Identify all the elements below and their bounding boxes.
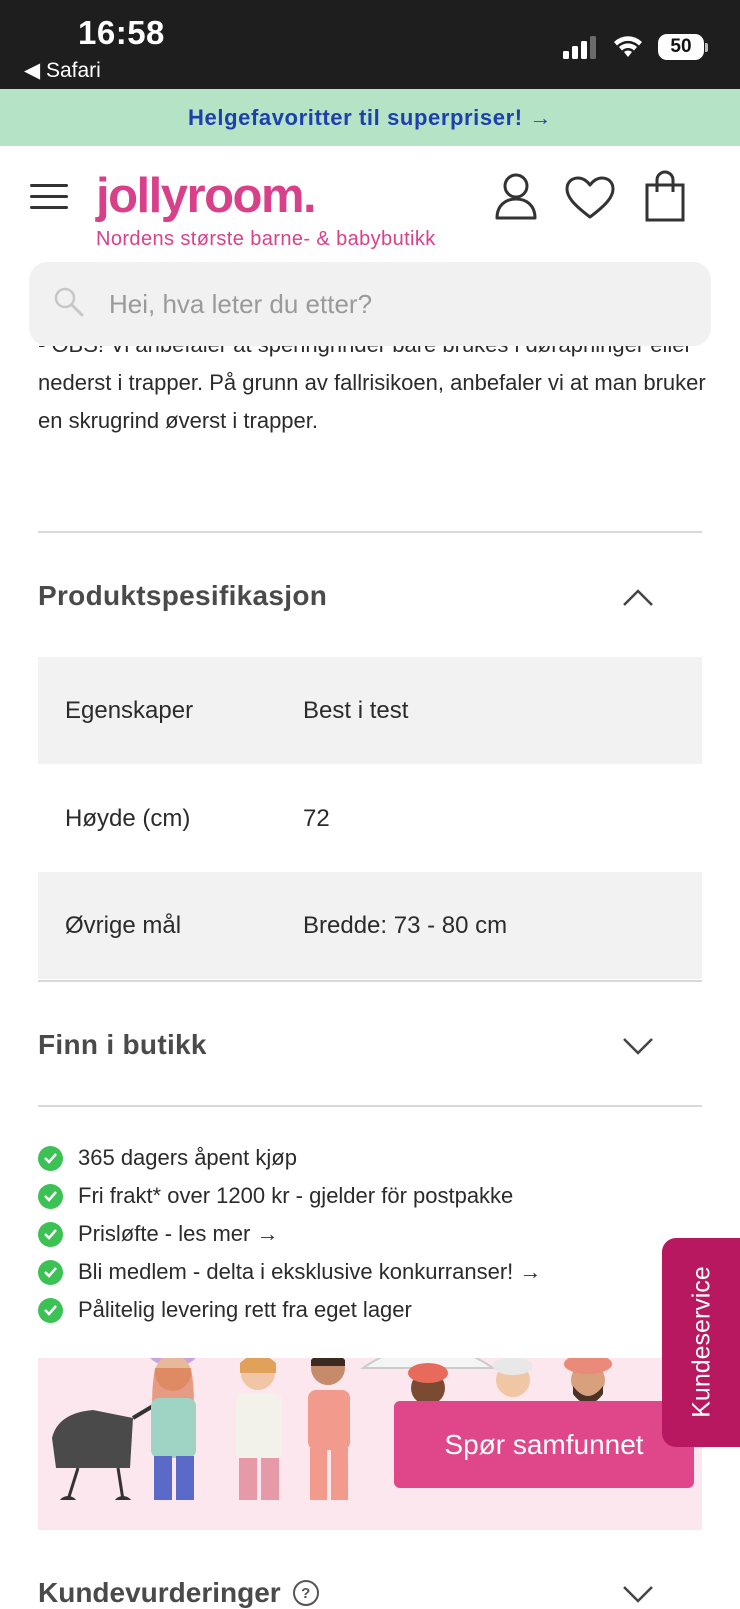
spec-value: Best i test [303,696,409,724]
spec-value: 72 [303,804,330,832]
usp-item: 365 dagers åpent kjøp [38,1139,541,1177]
usp-item: Pålitelig levering rett fra eget lager [38,1291,541,1329]
shopping-bag-icon[interactable] [644,170,686,222]
tagline: Nordens største barne- & babybutikk [96,228,436,250]
checkmark-icon [38,1145,63,1171]
chevron-down-icon[interactable] [622,1037,654,1057]
chevron-down-icon[interactable] [622,1585,654,1605]
spec-row: Høyde (cm) 72 [38,765,702,872]
description-clip: - OBS! Vi anbefaler at spenngrinder bare… [0,346,740,486]
person-illustration [150,1358,196,1500]
help-icon[interactable]: ? [292,1580,319,1606]
search-input[interactable] [109,262,689,346]
usp-text: Fri frakt* over 1200 kr - gjelder för po… [78,1183,514,1208]
chevron-up-icon[interactable] [622,587,654,607]
promo-banner[interactable]: Helgefavoritter til superpriser! → [0,89,740,146]
checkmark-icon [38,1183,63,1209]
site-header: jollyroom. Nordens største barne- & baby… [0,146,740,260]
spec-key: Høyde (cm) [65,804,191,832]
person-illustration [564,1358,612,1404]
usp-text[interactable]: Prisløfte - les mer → [78,1221,278,1247]
spec-row: Egenskaper Best i test [38,657,702,764]
search-icon [54,287,84,317]
jollyroom-logo[interactable]: jollyroom. [96,168,317,224]
checkmark-icon [38,1297,63,1323]
customer-service-label: Kundeservice [687,1266,716,1418]
account-icon[interactable] [494,172,538,220]
status-time: 16:58 [78,14,165,51]
reviews-title-text: Kundevurderinger [38,1577,281,1608]
ask-community-button[interactable]: Spør samfunnet [394,1401,694,1488]
spec-key: Egenskaper [65,696,194,724]
customer-service-tab[interactable]: Kundeservice [662,1238,740,1447]
hamburger-menu-icon[interactable] [30,184,68,210]
spec-key: Øvrige mål [65,911,182,939]
usp-list: 365 dagers åpent kjøp Fri frakt* over 12… [38,1139,541,1329]
divider [38,531,702,533]
person-illustration [359,1358,497,1405]
back-to-safari[interactable]: ◀ Safari [24,58,101,83]
reviews-section-title[interactable]: Kundevurderinger ? [38,1577,319,1609]
checkmark-icon [38,1221,63,1247]
status-icons: 50 [562,34,708,60]
search-bar [29,262,711,346]
wishlist-heart-icon[interactable] [564,176,616,220]
product-description: - OBS! Vi anbefaler at spenngrinder bare… [38,346,706,433]
wifi-icon [614,36,642,57]
spec-row: Øvrige mål Bredde: 73 - 80 cm [38,872,702,979]
status-bar: 16:58 ◀ Safari 50 [0,0,740,89]
divider [38,1105,702,1107]
usp-text: 365 dagers åpent kjøp [78,1145,297,1170]
battery-icon: 50 [658,34,704,60]
community-banner: Spør samfunnet [38,1358,702,1530]
person-illustration [493,1358,533,1397]
usp-text: Pålitelig levering rett fra eget lager [78,1297,412,1322]
person-illustration [308,1358,350,1500]
signal-icon [563,36,596,59]
spec-value: Bredde: 73 - 80 cm [303,911,508,939]
spec-section-title[interactable]: Produktspesifikasjon [38,580,327,612]
checkmark-icon [38,1259,63,1285]
person-illustration [236,1358,282,1500]
divider [38,980,702,982]
usp-item[interactable]: Bli medlem - delta i eksklusive konkurra… [38,1253,541,1291]
usp-text[interactable]: Bli medlem - delta i eksklusive konkurra… [78,1259,541,1285]
usp-item: Fri frakt* over 1200 kr - gjelder för po… [38,1177,541,1215]
stroller-illustration [52,1401,160,1500]
store-section-title[interactable]: Finn i butikk [38,1029,207,1061]
usp-item[interactable]: Prisløfte - les mer → [38,1215,541,1253]
